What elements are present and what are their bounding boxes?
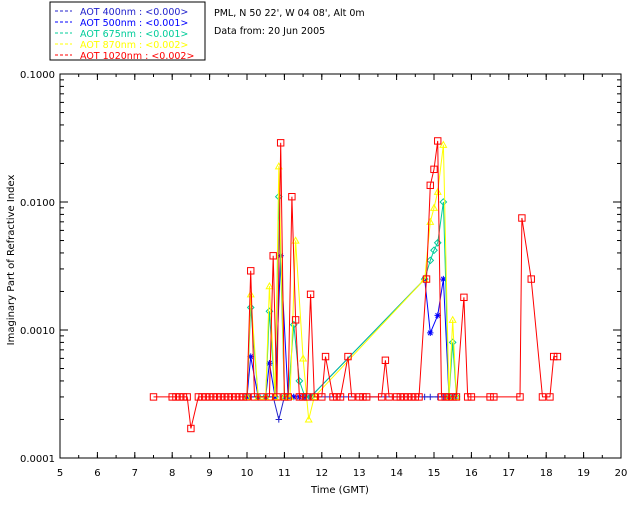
legend-label: AOT 500nm : <0.001>	[80, 18, 188, 29]
y-axis-label: Imaginary Part of Refractive Index	[6, 175, 17, 346]
data-point	[427, 329, 434, 337]
x-tick-label: 15	[428, 468, 441, 479]
data-point	[275, 416, 282, 423]
x-tick-label: 11	[278, 468, 291, 479]
x-tick-label: 9	[206, 468, 212, 479]
data-point	[427, 393, 434, 401]
location-info: PML, N 50 22', W 04 08', Alt 0m	[214, 8, 365, 19]
x-tick-label: 18	[540, 468, 553, 479]
x-tick-label: 10	[241, 468, 254, 479]
x-tick-label: 20	[615, 468, 628, 479]
x-tick-label: 12	[315, 468, 328, 479]
series-square	[149, 137, 562, 433]
x-tick-label: 13	[353, 468, 366, 479]
x-tick-label: 16	[465, 468, 478, 479]
y-tick-label: 0.0001	[20, 454, 55, 465]
x-tick-label: 19	[577, 468, 590, 479]
y-tick-label: 0.1000	[20, 70, 55, 81]
x-axis-label: Time (GMT)	[310, 485, 369, 496]
x-tick-label: 14	[390, 468, 403, 479]
x-tick-label: 17	[502, 468, 515, 479]
legend-label: AOT 870nm : <0.002>	[80, 40, 188, 51]
y-tick-label: 0.0010	[20, 326, 55, 337]
x-tick-label: 6	[94, 468, 100, 479]
data-point	[434, 393, 441, 401]
x-tick-label: 7	[132, 468, 138, 479]
y-tick-label: 0.0100	[20, 198, 55, 209]
legend-label: AOT 1020nm : <0.002>	[80, 51, 194, 62]
x-tick-label: 8	[169, 468, 175, 479]
chart: AOT 400nm : <0.000>AOT 500nm : <0.001>AO…	[6, 1, 628, 496]
series-line	[153, 140, 558, 429]
legend: AOT 400nm : <0.000>AOT 500nm : <0.001>AO…	[49, 1, 206, 62]
x-tick-label: 5	[57, 468, 63, 479]
legend-label: AOT 400nm : <0.000>	[80, 7, 188, 18]
date-info: Data from: 20 Jun 2005	[214, 26, 325, 37]
legend-label: AOT 675nm : <0.001>	[80, 29, 188, 40]
